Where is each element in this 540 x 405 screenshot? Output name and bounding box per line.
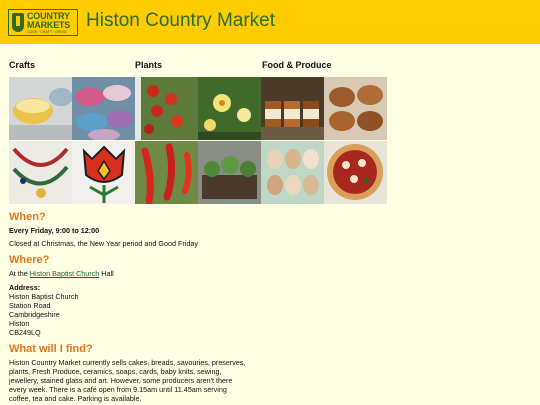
address-line-5: CB249LQ bbox=[9, 328, 41, 337]
venue-prefix: At the bbox=[9, 269, 28, 278]
find-line-3: jewellery, stained glass and art. Howeve… bbox=[9, 376, 233, 385]
stained-glass-tulip-image[interactable] bbox=[72, 141, 135, 204]
when-heading: When? bbox=[9, 211, 46, 223]
pottery-bowls-image[interactable] bbox=[9, 77, 72, 140]
closure-text: Closed at Christmas, the New Year period… bbox=[9, 239, 198, 248]
logo-tagline: COOK · CRAFT · GROW bbox=[27, 30, 67, 34]
site-header: COUNTRY MARKETS COOK · CRAFT · GROW Hist… bbox=[0, 0, 540, 44]
baptist-church-link[interactable]: Histon Baptist Church bbox=[30, 269, 100, 278]
eggs-image[interactable] bbox=[261, 141, 324, 204]
tomato-plant-image[interactable] bbox=[135, 77, 198, 140]
chilli-peppers-image[interactable] bbox=[135, 141, 198, 204]
category-plants: Plants bbox=[135, 60, 163, 70]
address-line-2: Station Road bbox=[9, 301, 51, 310]
venue-text: At the Histon Baptist Church Hall bbox=[9, 269, 114, 278]
find-line-4: every week. There is a café open from 9.… bbox=[9, 385, 227, 394]
schedule-text: Every Friday, 9:00 to 12:00 bbox=[9, 226, 100, 235]
address-line-3: Cambridgeshire bbox=[9, 310, 60, 319]
address-line-4: Histon bbox=[9, 319, 30, 328]
logo-line-2: MARKETS bbox=[27, 20, 71, 30]
country-markets-logo[interactable]: COUNTRY MARKETS COOK · CRAFT · GROW bbox=[8, 9, 78, 36]
category-crafts: Crafts bbox=[9, 60, 36, 70]
knitted-slippers-image[interactable] bbox=[72, 77, 135, 140]
address-label: Address: bbox=[9, 283, 41, 292]
jam-jars-image[interactable] bbox=[261, 77, 324, 140]
seedlings-image[interactable] bbox=[198, 141, 261, 204]
site-title: Histon Country Market bbox=[86, 10, 276, 31]
what-heading: What will I find? bbox=[9, 343, 93, 355]
category-food-produce: Food & Produce bbox=[262, 60, 332, 70]
find-line-2: plants, Fresh Produce, ceramics, soaps, … bbox=[9, 367, 222, 376]
address-line-1: Histon Baptist Church bbox=[9, 292, 79, 301]
beaded-necklaces-image[interactable] bbox=[9, 141, 72, 204]
shield-icon bbox=[12, 13, 24, 32]
photo-gallery bbox=[9, 77, 388, 204]
fruit-tart-image[interactable] bbox=[324, 141, 387, 204]
find-line-5: coffee, tea and cake. Parking is availab… bbox=[9, 394, 142, 403]
flowering-plant-image[interactable] bbox=[198, 77, 261, 140]
venue-suffix: Hall bbox=[101, 269, 114, 278]
where-heading: Where? bbox=[9, 254, 50, 266]
baked-cakes-image[interactable] bbox=[324, 77, 387, 140]
find-line-1: Histon Country Market currently sells ca… bbox=[9, 358, 246, 367]
